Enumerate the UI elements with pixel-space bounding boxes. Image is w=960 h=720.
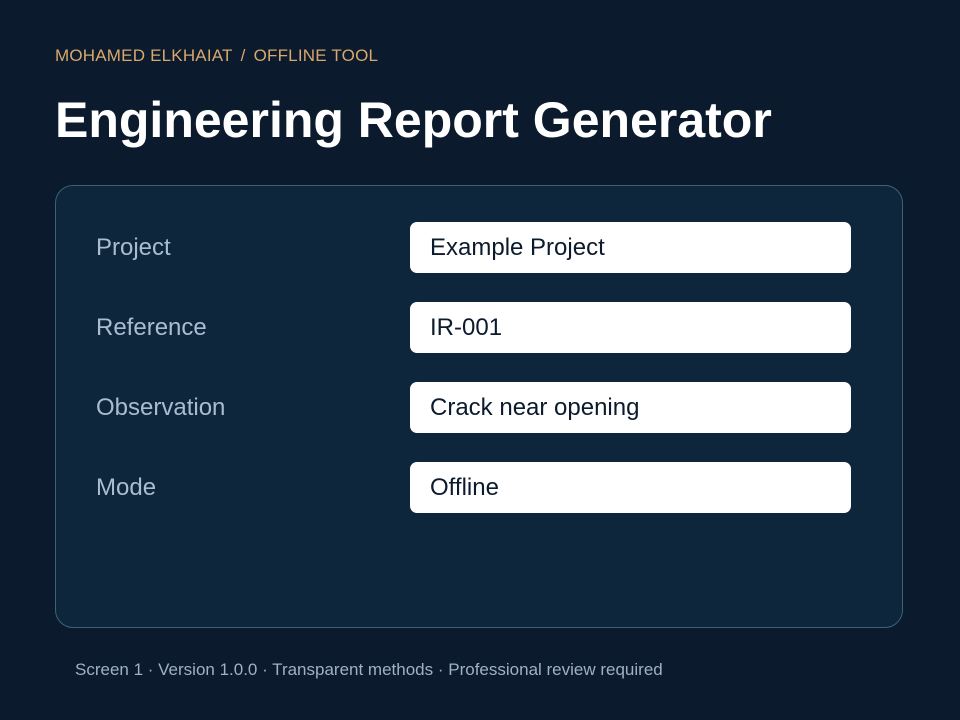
breadcrumb-section: OFFLINE TOOL bbox=[253, 46, 379, 65]
mode-input[interactable] bbox=[410, 462, 851, 513]
observation-label: Observation bbox=[96, 394, 226, 421]
form-row-project: Project bbox=[56, 222, 902, 273]
reference-label: Reference bbox=[96, 314, 207, 341]
breadcrumb-separator: / bbox=[240, 46, 246, 65]
project-label: Project bbox=[96, 234, 171, 261]
breadcrumb: MOHAMED ELKHAIAT / OFFLINE TOOL bbox=[55, 46, 378, 66]
form-row-observation: Observation bbox=[56, 382, 902, 433]
mode-label: Mode bbox=[96, 474, 157, 501]
form-row-mode: Mode bbox=[56, 462, 902, 513]
reference-input[interactable] bbox=[410, 302, 851, 353]
page-title: Engineering Report Generator bbox=[55, 92, 772, 148]
breadcrumb-author: MOHAMED ELKHAIAT bbox=[55, 46, 233, 65]
report-form-card: Project Reference Observation Mode bbox=[55, 185, 903, 628]
observation-input[interactable] bbox=[410, 382, 851, 433]
form-row-reference: Reference bbox=[56, 302, 902, 353]
project-input[interactable] bbox=[410, 222, 851, 273]
footer-status-text: Screen 1 · Version 1.0.0 · Transparent m… bbox=[75, 660, 663, 679]
